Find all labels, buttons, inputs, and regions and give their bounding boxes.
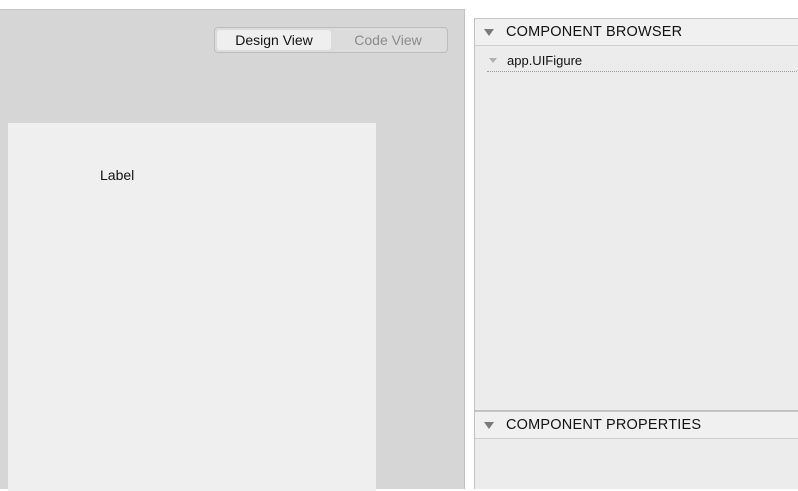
ui-figure[interactable]: Label: [8, 123, 376, 491]
tree-item-uifigure[interactable]: app.UIFigure: [487, 50, 797, 72]
tree-collapse-triangle-icon[interactable]: [489, 58, 497, 63]
component-browser-header[interactable]: COMPONENT BROWSER: [475, 18, 798, 46]
component-properties-title: COMPONENT PROPERTIES: [506, 417, 702, 433]
label-component[interactable]: Label: [100, 167, 134, 183]
design-canvas: Design View Code View Label: [0, 9, 465, 491]
design-view-button[interactable]: Design View: [217, 30, 331, 50]
code-view-button[interactable]: Code View: [331, 30, 445, 50]
collapse-triangle-icon[interactable]: [484, 28, 494, 36]
component-browser-title: COMPONENT BROWSER: [506, 24, 683, 40]
right-panel: COMPONENT BROWSER app.UIFigure COMPONENT…: [474, 18, 798, 489]
collapse-triangle-icon[interactable]: [484, 421, 494, 429]
component-properties-header[interactable]: COMPONENT PROPERTIES: [475, 411, 798, 439]
component-properties-body: [475, 439, 798, 489]
tree-item-label: app.UIFigure: [507, 53, 583, 68]
view-toggle: Design View Code View: [214, 27, 448, 53]
